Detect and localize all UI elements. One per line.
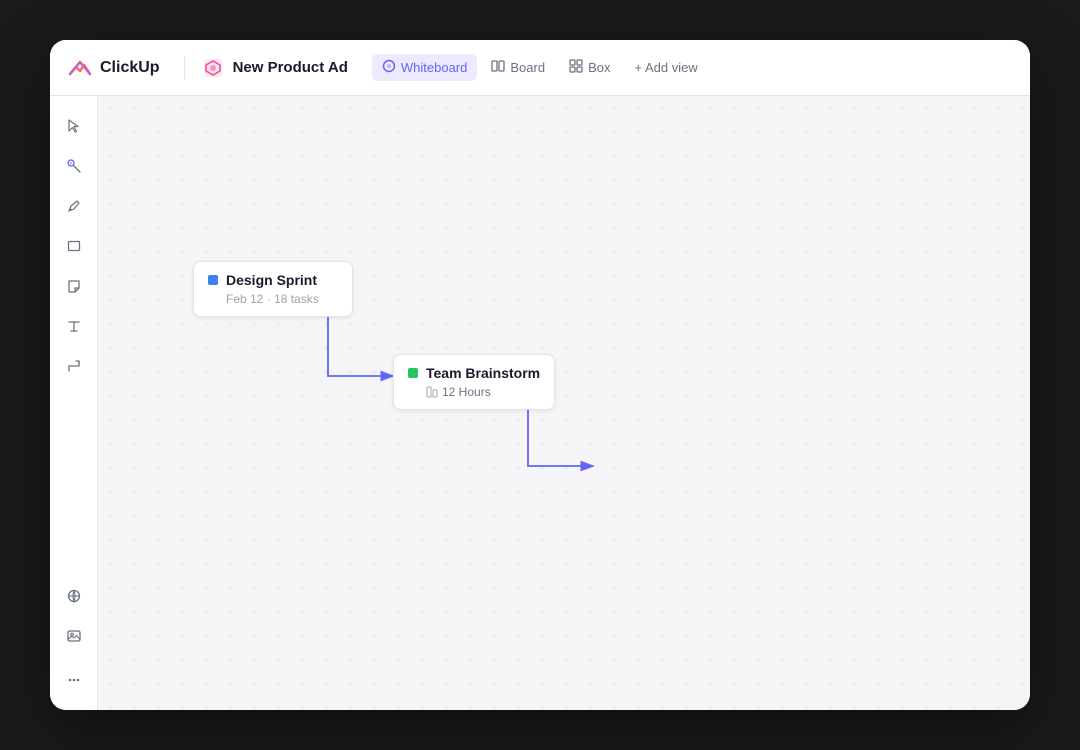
team-brainstorm-title: Team Brainstorm bbox=[426, 365, 540, 381]
design-sprint-title: Design Sprint bbox=[226, 272, 317, 288]
globe-tool[interactable] bbox=[56, 578, 92, 614]
card-header: Team Brainstorm bbox=[408, 365, 540, 381]
app-name: ClickUp bbox=[100, 59, 160, 77]
whiteboard-tab-icon bbox=[382, 59, 396, 76]
project-icon bbox=[201, 56, 225, 80]
nav-tabs: Whiteboard Board bbox=[372, 54, 708, 81]
box-tab-label: Box bbox=[588, 60, 610, 75]
note-tool[interactable] bbox=[56, 268, 92, 304]
add-view-label: + Add view bbox=[634, 60, 697, 75]
hours-text: 12 Hours bbox=[442, 385, 491, 399]
magic-tool[interactable] bbox=[56, 148, 92, 184]
whiteboard-tab-label: Whiteboard bbox=[401, 60, 467, 75]
more-tools[interactable] bbox=[56, 662, 92, 698]
board-tab-label: Board bbox=[510, 60, 545, 75]
tab-whiteboard[interactable]: Whiteboard bbox=[372, 54, 477, 81]
image-tool[interactable] bbox=[56, 618, 92, 654]
cursor-tool[interactable] bbox=[56, 108, 92, 144]
project-name: New Product Ad bbox=[233, 59, 348, 76]
design-sprint-meta: Feb 12 · 18 tasks bbox=[226, 292, 338, 306]
board-tab-icon bbox=[491, 59, 505, 76]
hours-icon bbox=[426, 386, 438, 398]
add-view-button[interactable]: + Add view bbox=[624, 55, 707, 80]
connectors-svg bbox=[98, 96, 1030, 710]
clickup-logo-icon bbox=[66, 54, 94, 82]
app-window: ClickUp New Product Ad Whiteboard bbox=[50, 40, 1030, 710]
design-sprint-card[interactable]: Design Sprint Feb 12 · 18 tasks bbox=[193, 261, 353, 317]
logo-area[interactable]: ClickUp bbox=[66, 54, 160, 82]
card-dot bbox=[408, 368, 418, 378]
text-tool[interactable] bbox=[56, 308, 92, 344]
card-dot bbox=[208, 275, 218, 285]
main-area: Design Sprint Feb 12 · 18 tasks Team Bra… bbox=[50, 96, 1030, 710]
left-toolbar bbox=[50, 96, 98, 710]
header: ClickUp New Product Ad Whiteboard bbox=[50, 40, 1030, 96]
connector-tool[interactable] bbox=[56, 348, 92, 384]
team-brainstorm-sub: 12 Hours bbox=[426, 385, 540, 399]
box-tab-icon bbox=[569, 59, 583, 76]
card-header: Design Sprint bbox=[208, 272, 338, 288]
pen-tool[interactable] bbox=[56, 188, 92, 224]
header-divider bbox=[184, 56, 185, 80]
canvas-area[interactable]: Design Sprint Feb 12 · 18 tasks Team Bra… bbox=[98, 96, 1030, 710]
tab-board[interactable]: Board bbox=[481, 54, 555, 81]
tab-box[interactable]: Box bbox=[559, 54, 620, 81]
team-brainstorm-card[interactable]: Team Brainstorm 12 Hours bbox=[393, 354, 555, 410]
rectangle-tool[interactable] bbox=[56, 228, 92, 264]
